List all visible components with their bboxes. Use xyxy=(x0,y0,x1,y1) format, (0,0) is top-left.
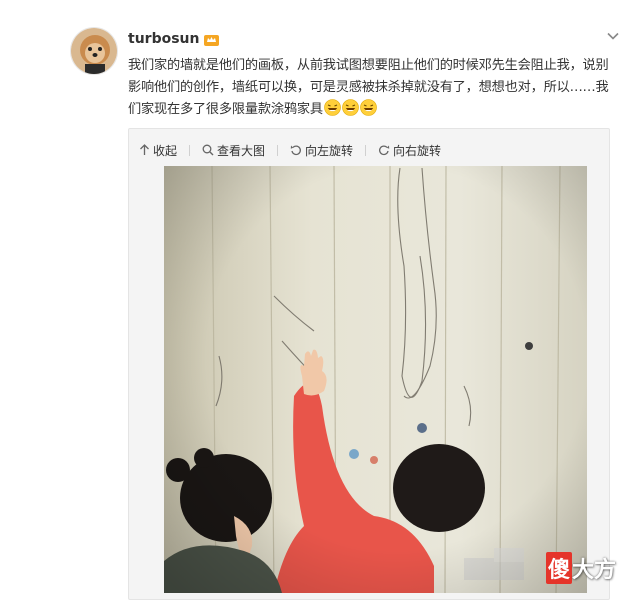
laughing-emoji-icon xyxy=(342,99,359,116)
toolbar-divider xyxy=(189,144,191,156)
collapse-button[interactable]: 收起 xyxy=(139,142,177,159)
rotate-right-icon xyxy=(379,145,390,156)
avatar[interactable] xyxy=(70,27,118,75)
view-large-label: 查看大图 xyxy=(217,143,266,158)
view-large-button[interactable]: 查看大图 xyxy=(202,142,265,159)
rotate-left-label: 向左旋转 xyxy=(305,143,354,158)
toolbar-divider xyxy=(277,144,279,156)
post-photo[interactable] xyxy=(164,166,587,593)
laughing-emoji-icon xyxy=(360,99,377,116)
rotate-right-label: 向右旋转 xyxy=(393,143,442,158)
watermark-rest: 大方 xyxy=(572,558,617,583)
post-text: 我们家的墙就是他们的画板，从前我试图想要阻止他们的时候邓先生会阻止我，说别影响他… xyxy=(128,55,620,121)
magnifier-icon xyxy=(202,144,214,156)
watermark-first-char: 傻 xyxy=(546,552,573,584)
media-panel: 收起 查看大图 向左旋转 向右旋转 xyxy=(128,128,610,600)
laughing-emoji-icon xyxy=(324,99,341,116)
arrow-up-icon xyxy=(140,144,149,155)
rotate-left-icon xyxy=(290,145,301,156)
toolbar-divider xyxy=(365,144,367,156)
vip-crown-icon[interactable] xyxy=(204,33,220,46)
chevron-down-icon[interactable] xyxy=(606,28,620,42)
image-toolbar: 收起 查看大图 向左旋转 向右旋转 xyxy=(139,139,453,161)
rotate-left-button[interactable]: 向左旋转 xyxy=(290,142,353,159)
site-watermark: 傻 大方 xyxy=(546,552,616,584)
username-text[interactable]: turbosun xyxy=(128,31,199,47)
rotate-right-button[interactable]: 向右旋转 xyxy=(378,142,441,159)
username[interactable]: turbosun xyxy=(128,31,220,47)
collapse-label: 收起 xyxy=(153,143,178,158)
